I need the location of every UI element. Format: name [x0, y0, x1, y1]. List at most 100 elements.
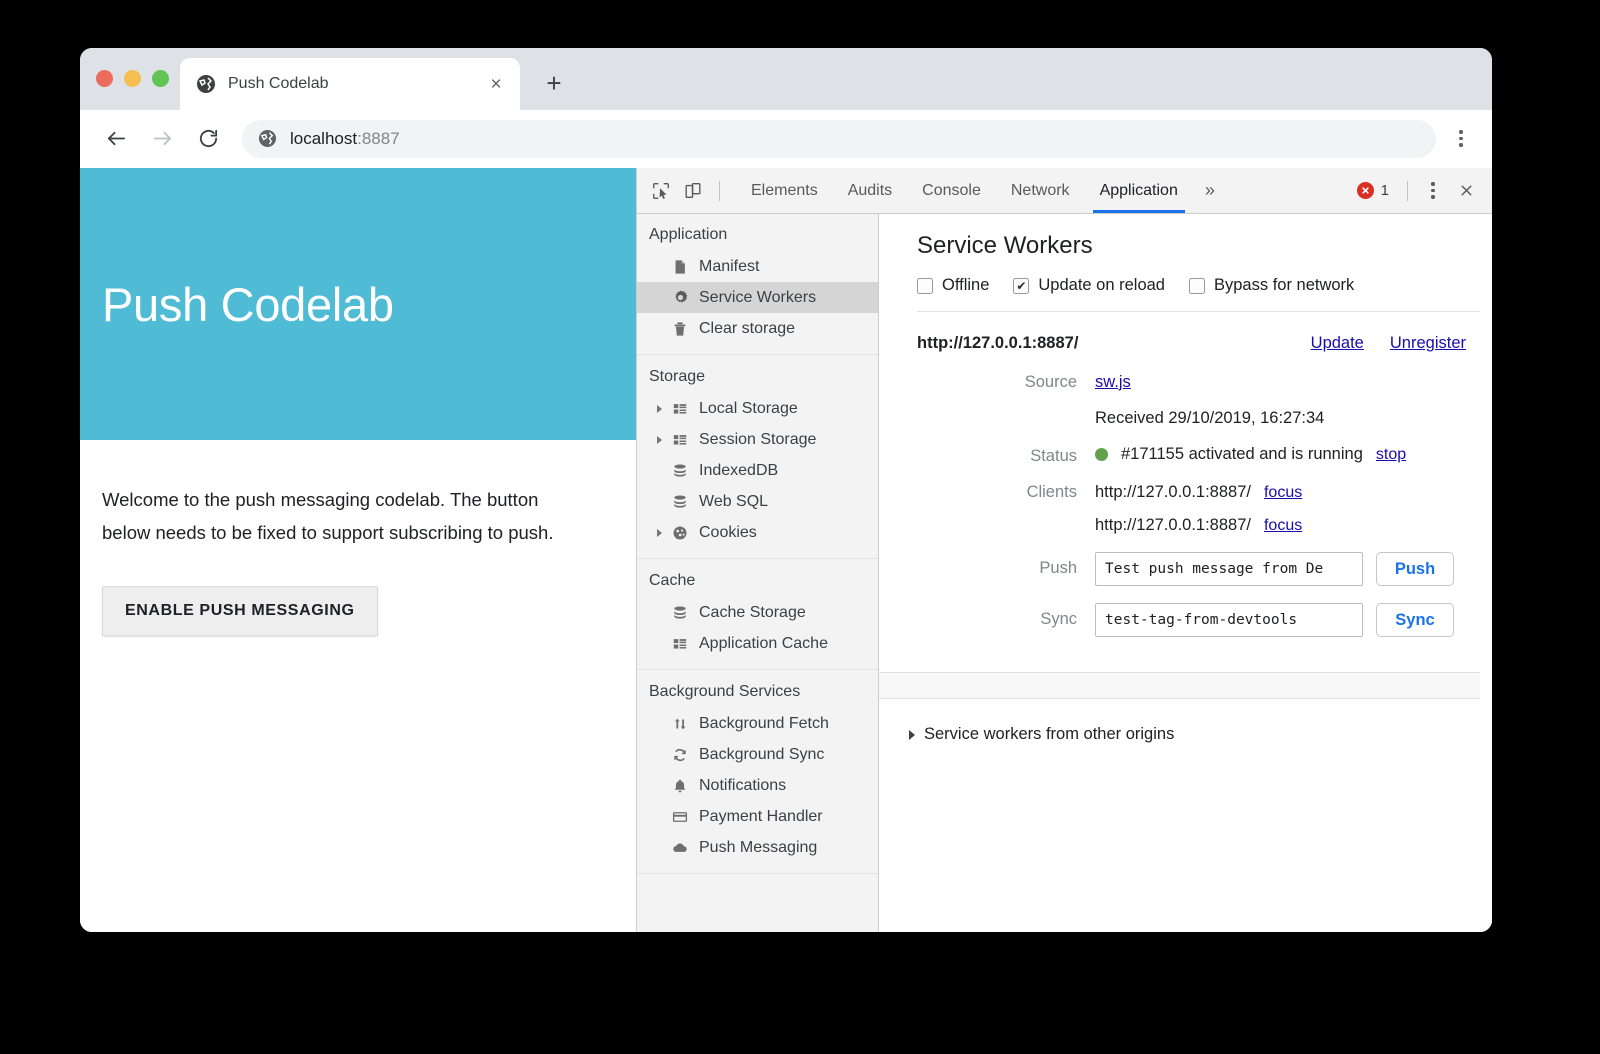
- client-url: http://127.0.0.1:8887/: [1095, 516, 1251, 535]
- sidebar-item-background-sync[interactable]: Background Sync: [637, 739, 878, 770]
- close-icon[interactable]: ×: [484, 72, 508, 96]
- focus-link[interactable]: focus: [1264, 517, 1302, 535]
- device-toolbar-icon[interactable]: [677, 175, 709, 207]
- cloud-icon: [671, 839, 689, 857]
- toolbar-divider: [1407, 181, 1408, 201]
- new-tab-button[interactable]: +: [538, 67, 570, 99]
- trash-icon: [671, 320, 689, 338]
- tab-elements[interactable]: Elements: [736, 168, 833, 213]
- sidebar-item-service-workers[interactable]: Service Workers: [637, 282, 878, 313]
- focus-link[interactable]: focus: [1264, 484, 1302, 502]
- address-bar-url: localhost:8887: [290, 129, 400, 149]
- sidebar-item-label: Clear storage: [699, 320, 795, 338]
- sidebar-item-label: Service Workers: [699, 289, 816, 307]
- document-icon: [671, 258, 689, 276]
- tab-console[interactable]: Console: [907, 168, 996, 213]
- browser-tab[interactable]: Push Codelab ×: [180, 58, 520, 110]
- client-url: http://127.0.0.1:8887/: [1095, 483, 1251, 502]
- update-link[interactable]: Update: [1311, 334, 1364, 353]
- sidebar-group-cache: Cache Cache Storage: [637, 568, 878, 670]
- more-tabs-button[interactable]: »: [1193, 180, 1227, 201]
- kebab-dot: [1459, 143, 1463, 147]
- enable-push-messaging-button[interactable]: ENABLE PUSH MESSAGING: [102, 586, 378, 636]
- update-on-reload-option[interactable]: Update on reload: [1013, 276, 1165, 295]
- devtools-panel: Elements Audits Console Network Applicat…: [636, 168, 1492, 932]
- sidebar-item-application-cache[interactable]: Application Cache: [637, 628, 878, 659]
- sidebar-item-push-messaging[interactable]: Push Messaging: [637, 832, 878, 863]
- sidebar-item-payment-handler[interactable]: Payment Handler: [637, 801, 878, 832]
- sidebar-item-label: Background Fetch: [699, 715, 829, 733]
- back-button[interactable]: [98, 121, 134, 157]
- bypass-for-network-checkbox[interactable]: [1189, 278, 1205, 294]
- offline-option[interactable]: Offline: [917, 276, 989, 295]
- address-bar[interactable]: localhost:8887: [242, 120, 1436, 158]
- sidebar-item-label: Cookies: [699, 524, 757, 542]
- sidebar-item-label: Manifest: [699, 258, 759, 276]
- devtools-tab-list: Elements Audits Console Network Applicat…: [736, 168, 1193, 213]
- forward-button[interactable]: [144, 121, 180, 157]
- sidebar-group-title: Background Services: [637, 679, 878, 708]
- sync-button[interactable]: Sync: [1376, 603, 1454, 637]
- sidebar-item-web-sql[interactable]: Web SQL: [637, 486, 878, 517]
- sidebar-item-label: Web SQL: [699, 493, 768, 511]
- tab-title: Push Codelab: [228, 75, 484, 93]
- other-origins-section[interactable]: Service workers from other origins: [879, 699, 1492, 744]
- globe-icon: [258, 129, 277, 148]
- tab-application[interactable]: Application: [1085, 168, 1193, 213]
- clients-row-secondary: http://127.0.0.1:8887/ focus: [879, 516, 1480, 535]
- status-label: Status: [917, 447, 1095, 466]
- reload-button[interactable]: [190, 121, 226, 157]
- close-devtools-icon[interactable]: [1450, 175, 1482, 207]
- kebab-dot: [1431, 182, 1434, 185]
- other-origins-label: Service workers from other origins: [924, 725, 1174, 744]
- unregister-link[interactable]: Unregister: [1390, 334, 1466, 353]
- sidebar-item-session-storage[interactable]: Session Storage: [637, 424, 878, 455]
- chevron-right-icon[interactable]: [657, 529, 662, 537]
- stop-link[interactable]: stop: [1376, 446, 1406, 464]
- error-badge[interactable]: 1: [1349, 182, 1397, 199]
- tab-network[interactable]: Network: [996, 168, 1085, 213]
- devtools-main: Application Manifest: [637, 214, 1492, 932]
- sidebar-item-notifications[interactable]: Notifications: [637, 770, 878, 801]
- browser-menu-button[interactable]: [1444, 122, 1478, 156]
- client-entry: http://127.0.0.1:8887/ focus: [1095, 516, 1302, 535]
- sidebar-item-cache-storage[interactable]: Cache Storage: [637, 597, 878, 628]
- page-body: Welcome to the push messaging codelab. T…: [80, 440, 636, 636]
- sidebar-item-indexeddb[interactable]: IndexedDB: [637, 455, 878, 486]
- status-indicator-icon: [1095, 448, 1108, 461]
- source-file-link[interactable]: sw.js: [1095, 373, 1131, 392]
- sidebar-group-application: Application Manifest: [637, 222, 878, 355]
- tab-label: Elements: [751, 182, 818, 200]
- source-row: Source sw.js: [879, 373, 1480, 392]
- sidebar-item-label: Session Storage: [699, 431, 816, 449]
- bypass-for-network-option[interactable]: Bypass for network: [1189, 276, 1354, 295]
- toolbar-divider: [719, 181, 720, 201]
- sidebar-item-cookies[interactable]: Cookies: [637, 517, 878, 548]
- sidebar-item-manifest[interactable]: Manifest: [637, 251, 878, 282]
- minimize-window-button[interactable]: [124, 70, 141, 87]
- maximize-window-button[interactable]: [152, 70, 169, 87]
- push-payload-input[interactable]: Test push message from De: [1095, 552, 1363, 586]
- close-window-button[interactable]: [96, 70, 113, 87]
- chevron-right-icon[interactable]: [657, 436, 662, 444]
- received-row: Received 29/10/2019, 16:27:34: [879, 409, 1480, 428]
- inspect-cursor-icon[interactable]: [645, 175, 677, 207]
- table-icon: [671, 635, 689, 653]
- chevron-right-icon[interactable]: [657, 405, 662, 413]
- push-button[interactable]: Push: [1376, 552, 1454, 586]
- sidebar-item-clear-storage[interactable]: Clear storage: [637, 313, 878, 344]
- tab-audits[interactable]: Audits: [833, 168, 907, 213]
- error-count: 1: [1381, 182, 1389, 199]
- sidebar-item-local-storage[interactable]: Local Storage: [637, 393, 878, 424]
- sync-tag-input[interactable]: test-tag-from-devtools: [1095, 603, 1363, 637]
- update-on-reload-checkbox[interactable]: [1013, 278, 1029, 294]
- tab-label: Audits: [848, 182, 892, 200]
- devtools-menu-button[interactable]: [1418, 176, 1448, 206]
- sync-row: Sync test-tag-from-devtools Sync: [879, 603, 1480, 637]
- offline-checkbox[interactable]: [917, 278, 933, 294]
- sidebar-item-background-fetch[interactable]: Background Fetch: [637, 708, 878, 739]
- table-icon: [671, 431, 689, 449]
- chevron-right-icon[interactable]: [909, 730, 915, 740]
- database-icon: [671, 493, 689, 511]
- service-worker-options: Offline Update on reload Bypass for netw…: [917, 276, 1480, 312]
